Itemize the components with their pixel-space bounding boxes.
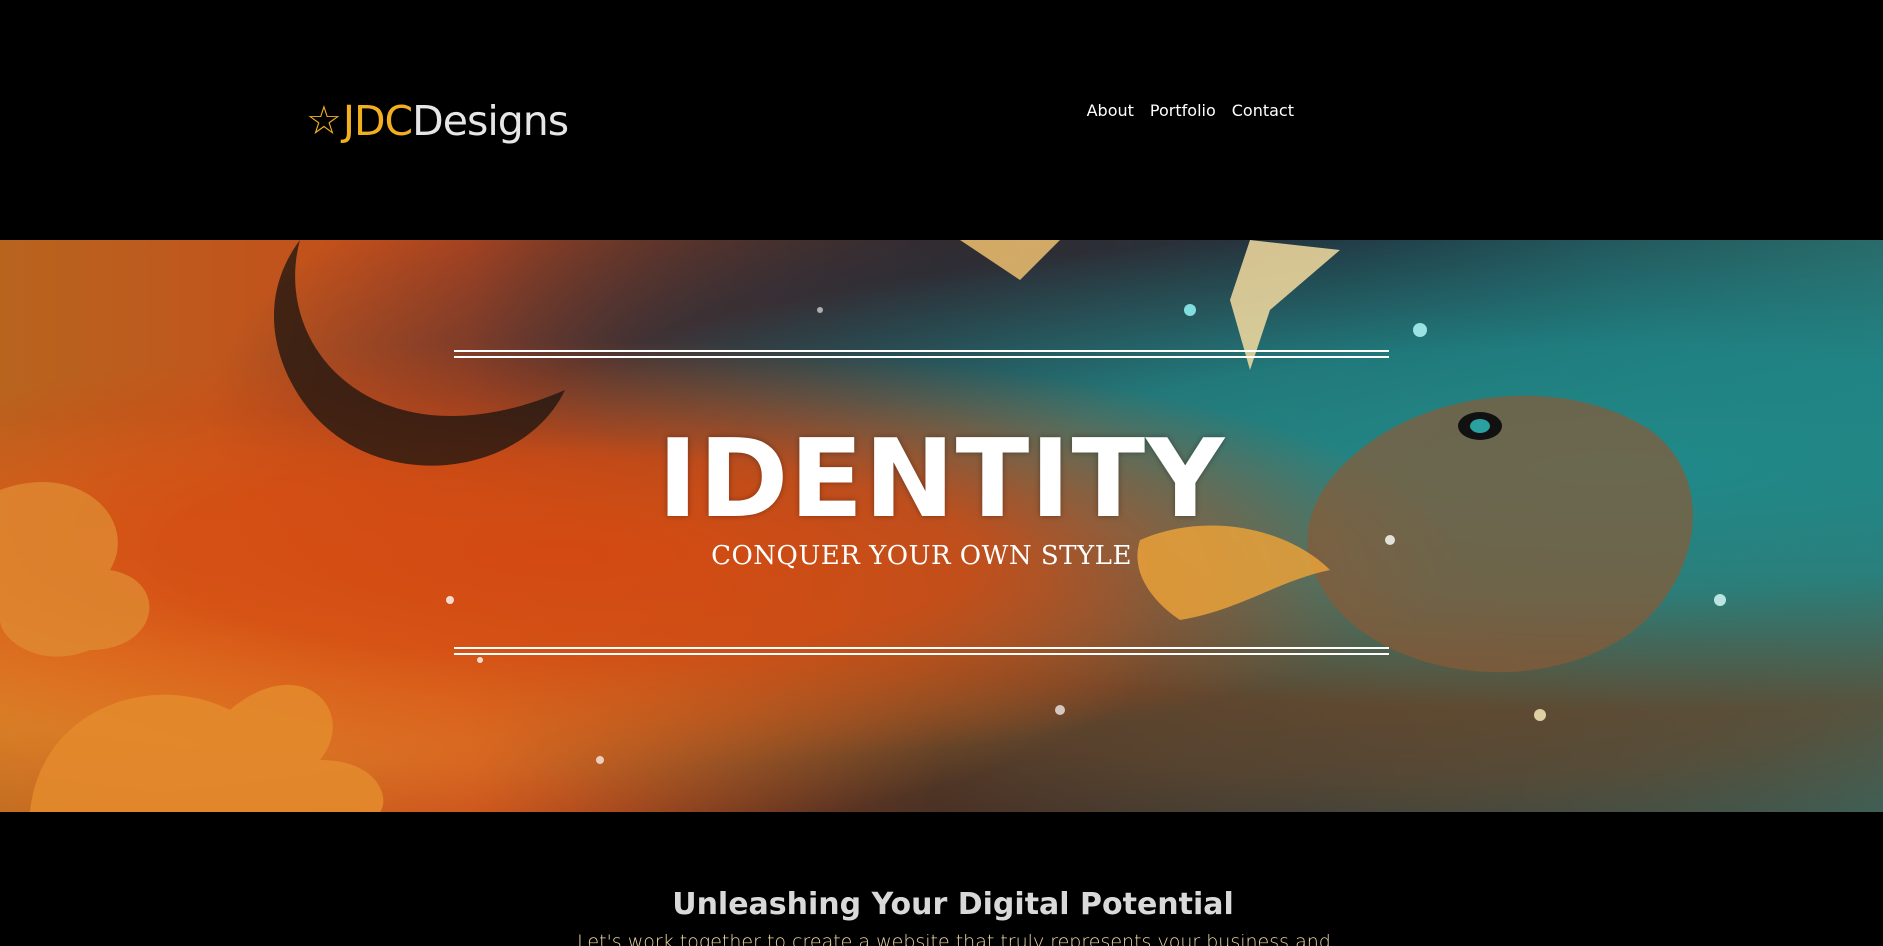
star-icon: ☆	[306, 98, 342, 144]
logo-main-text: Designs	[412, 97, 569, 145]
main-nav: About Portfolio Contact	[1087, 99, 1294, 123]
hero-top-rule	[454, 350, 1389, 352]
hero-bottom-rule	[454, 647, 1389, 649]
hero-subtitle: CONQUER YOUR OWN STYLE	[711, 541, 1132, 571]
page: ☆ JDC Designs About Portfolio Contact ID…	[0, 0, 1883, 946]
hero-banner: IDENTITY CONQUER YOUR OWN STYLE	[0, 240, 1883, 812]
nav-link-portfolio[interactable]: Portfolio	[1150, 99, 1216, 123]
intro-heading: Unleashing Your Digital Potential	[672, 886, 1234, 922]
site-logo[interactable]: ☆ JDC Designs	[306, 96, 569, 146]
hero-top-rule	[454, 356, 1389, 358]
logo-accent-text: JDC	[342, 97, 413, 145]
hero-bottom-rule	[454, 653, 1389, 655]
nav-link-about[interactable]: About	[1087, 99, 1134, 123]
nav-link-contact[interactable]: Contact	[1232, 99, 1294, 123]
hero-title: IDENTITY	[657, 417, 1226, 542]
intro-text: Let's work together to create a website …	[577, 931, 1331, 946]
site-header: ☆ JDC Designs About Portfolio Contact	[0, 0, 1883, 240]
